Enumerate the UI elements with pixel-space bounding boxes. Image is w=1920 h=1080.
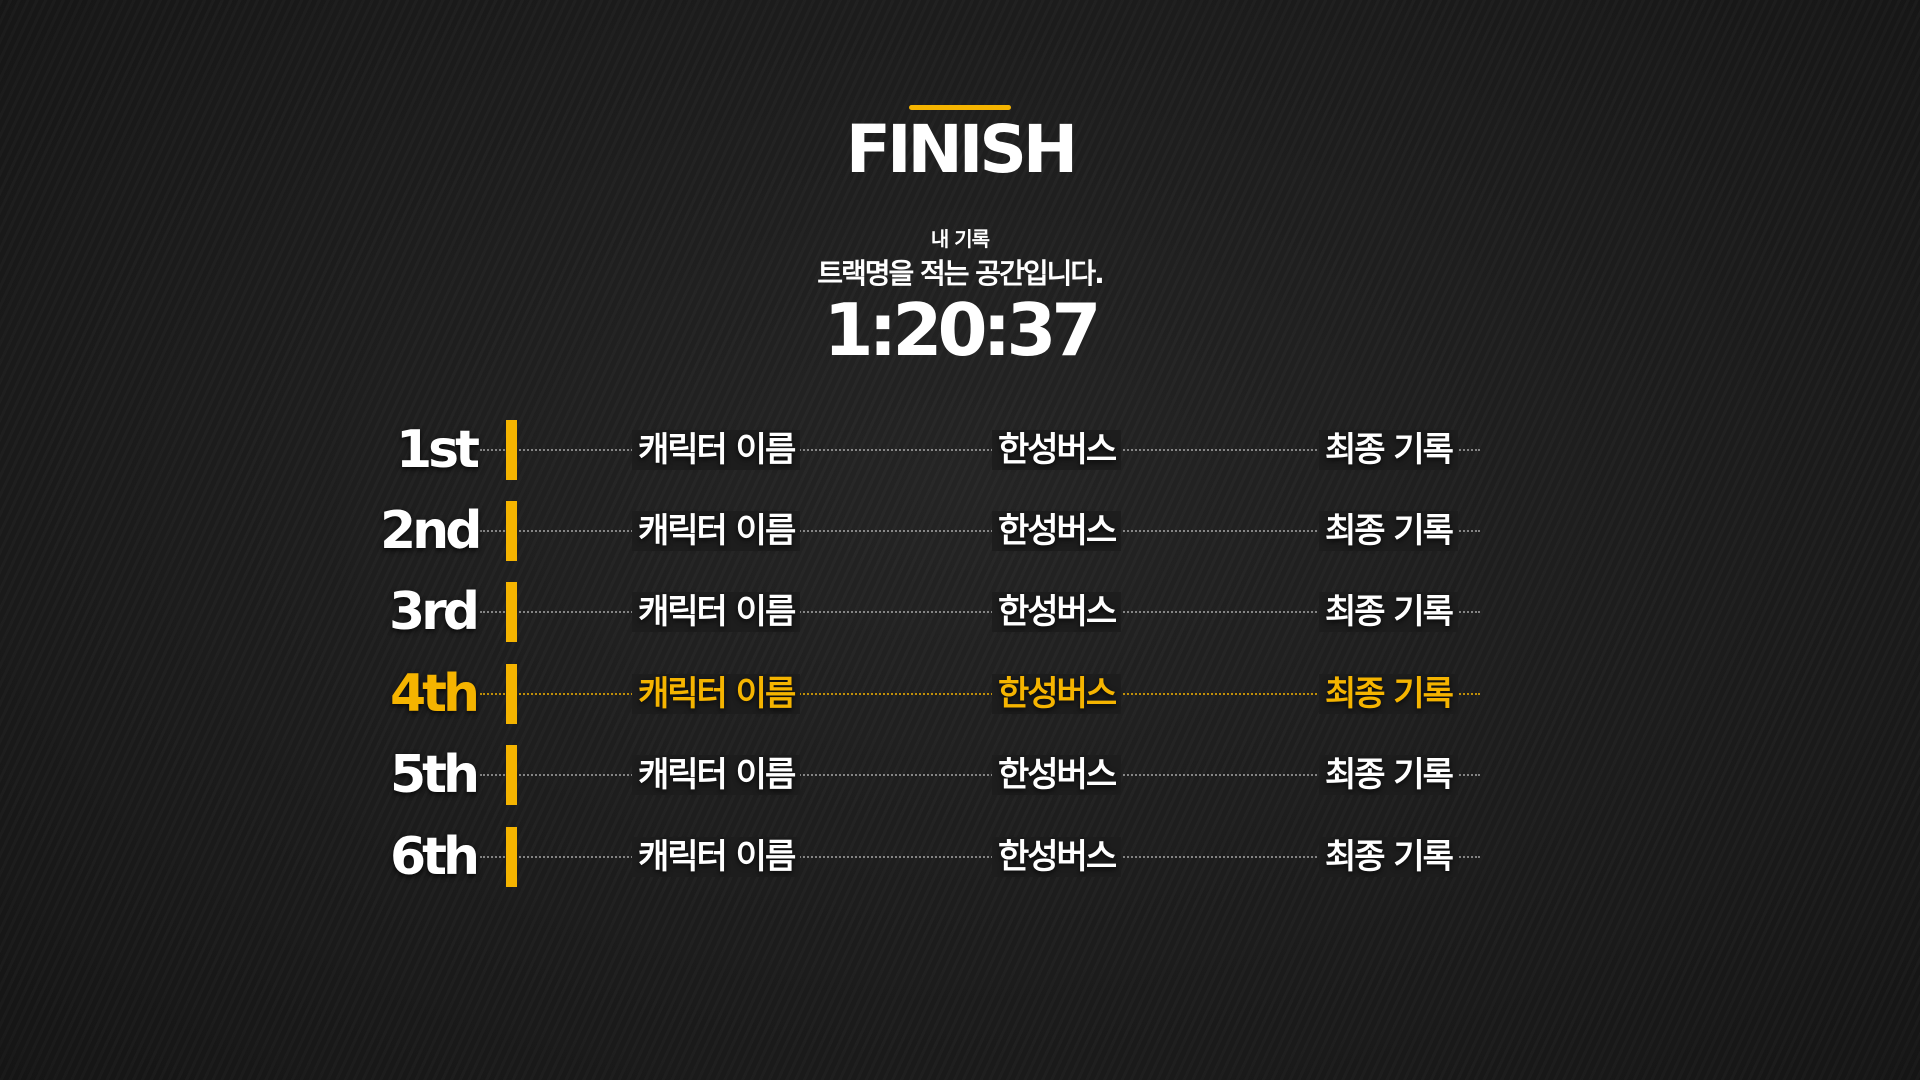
character-name: 캐릭터 이름 (632, 430, 801, 470)
rank-place: 6th (389, 827, 480, 887)
ranking-row: 3rd 캐릭터 이름 한성버스 최종 기록 (380, 582, 1580, 642)
rank-accent-bar (506, 501, 517, 561)
final-record: 최종 기록 (1319, 837, 1458, 877)
vehicle-name: 한성버스 (992, 755, 1122, 795)
final-record: 최종 기록 (1319, 430, 1458, 470)
ranking-row: 5th 캐릭터 이름 한성버스 최종 기록 (380, 745, 1580, 805)
character-name: 캐릭터 이름 (632, 755, 801, 795)
vehicle-name: 한성버스 (992, 592, 1122, 632)
vehicle-name: 한성버스 (992, 511, 1122, 551)
rank-accent-bar (506, 827, 517, 887)
character-name: 캐릭터 이름 (632, 592, 801, 632)
rank-place: 2nd (380, 501, 482, 561)
final-record: 최종 기록 (1319, 674, 1458, 714)
ranking-row-player: 4th 캐릭터 이름 한성버스 최종 기록 (380, 664, 1580, 724)
final-record: 최종 기록 (1319, 755, 1458, 795)
rank-place: 4th (389, 664, 480, 724)
vehicle-name: 한성버스 (992, 674, 1122, 714)
ranking-list: 1st 캐릭터 이름 한성버스 최종 기록 2nd 캐릭터 이름 한성버스 최종… (0, 0, 1920, 1080)
rank-accent-bar (506, 664, 517, 724)
rank-accent-bar (506, 582, 517, 642)
character-name: 캐릭터 이름 (632, 674, 801, 714)
final-record: 최종 기록 (1319, 592, 1458, 632)
vehicle-name: 한성버스 (992, 837, 1122, 877)
final-record: 최종 기록 (1319, 511, 1458, 551)
character-name: 캐릭터 이름 (632, 837, 801, 877)
rank-accent-bar (506, 420, 517, 480)
ranking-row: 1st 캐릭터 이름 한성버스 최종 기록 (380, 420, 1580, 480)
ranking-row: 6th 캐릭터 이름 한성버스 최종 기록 (380, 827, 1580, 887)
race-result-screen: FINISH 내 기록 트랙명을 적는 공간입니다. 1:20:37 1st 캐… (0, 0, 1920, 1080)
rank-place: 3rd (388, 582, 480, 642)
rank-accent-bar (506, 745, 517, 805)
rank-place: 5th (389, 745, 480, 805)
character-name: 캐릭터 이름 (632, 511, 801, 551)
vehicle-name: 한성버스 (992, 430, 1122, 470)
rank-place: 1st (396, 420, 480, 480)
ranking-row: 2nd 캐릭터 이름 한성버스 최종 기록 (380, 501, 1580, 561)
